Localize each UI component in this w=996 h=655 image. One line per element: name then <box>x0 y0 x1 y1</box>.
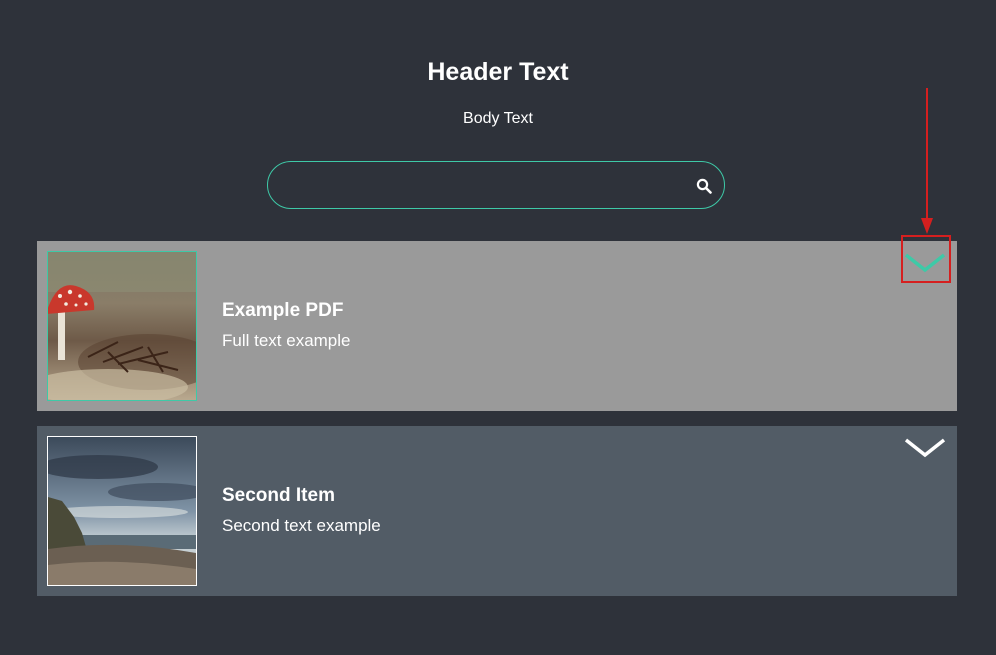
annotation-highlight-box <box>901 235 951 283</box>
search-icon[interactable] <box>696 178 712 194</box>
search-bar <box>267 161 725 210</box>
item-title: Example PDF <box>222 300 344 321</box>
chevron-down-icon[interactable] <box>903 436 947 460</box>
list-item[interactable]: Example PDF Full text example <box>37 241 957 411</box>
item-thumbnail <box>47 436 197 586</box>
item-description: Second text example <box>222 516 381 535</box>
page-subtitle: Body Text <box>463 110 533 127</box>
mushroom-photo <box>48 252 196 400</box>
item-description: Full text example <box>222 331 351 350</box>
list-item[interactable]: Second Item Second text example <box>37 426 957 596</box>
item-title: Second Item <box>222 485 335 506</box>
item-thumbnail <box>47 251 197 401</box>
page: Header Text Body Text Example PDF Full t… <box>0 0 996 655</box>
coastline-photo <box>48 437 196 585</box>
annotation-arrow-line <box>926 88 928 222</box>
annotation-arrowhead <box>921 218 933 234</box>
search-input[interactable] <box>288 162 692 210</box>
page-title: Header Text <box>427 58 569 86</box>
